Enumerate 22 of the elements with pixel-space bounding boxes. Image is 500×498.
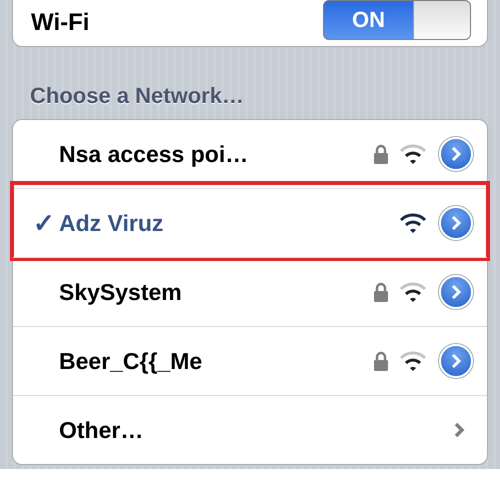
detail-disclosure-button[interactable]	[439, 275, 473, 309]
wifi-signal-icon	[399, 144, 427, 164]
chevron-icon	[450, 215, 462, 231]
network-name[interactable]: SkySystem	[33, 278, 373, 306]
wifi-toggle[interactable]: ON	[323, 0, 471, 40]
network-name[interactable]: Adz Viruz	[59, 210, 399, 236]
detail-disclosure-button[interactable]	[439, 344, 473, 378]
detail-disclosure-button[interactable]	[439, 206, 473, 240]
chevron-icon	[453, 422, 465, 438]
network-name[interactable]: Other…	[33, 416, 453, 444]
wifi-signal-icon	[399, 213, 427, 233]
wifi-signal-icon	[399, 351, 427, 371]
wifi-label: Wi-Fi	[31, 9, 90, 37]
chevron-icon	[450, 353, 462, 369]
checkmark: ✓	[33, 208, 56, 238]
network-name[interactable]: Nsa access poi…	[33, 140, 373, 168]
wifi-signal-icon	[399, 282, 427, 302]
chevron-icon	[450, 146, 462, 162]
network-name[interactable]: Beer_C{{_Me	[33, 348, 373, 374]
section-title: Choose a Network…	[30, 83, 245, 109]
detail-disclosure-button[interactable]	[439, 137, 473, 171]
chevron-icon	[450, 284, 462, 300]
